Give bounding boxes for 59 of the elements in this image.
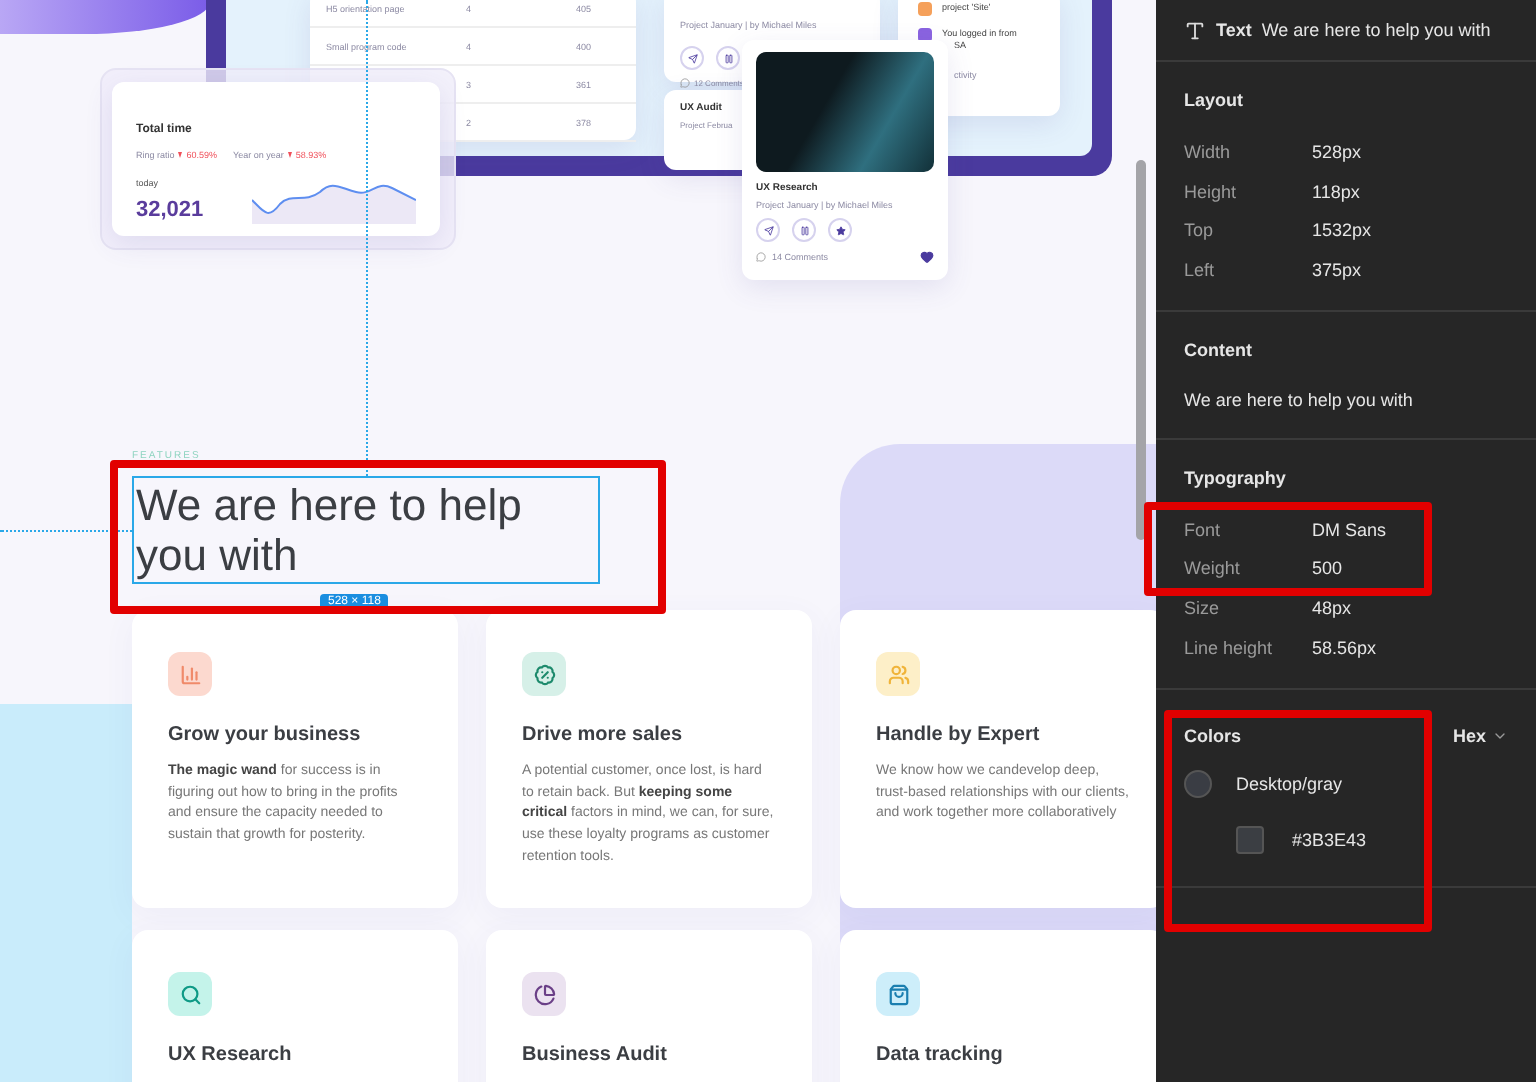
property-label: Line height xyxy=(1184,637,1275,658)
property-label: Weight xyxy=(1184,558,1242,579)
pause-icon xyxy=(799,225,809,235)
layer-type: Text xyxy=(1216,20,1252,40)
send-icon xyxy=(763,225,773,235)
feature-title: Drive more sales xyxy=(522,724,685,746)
bar-chart-icon xyxy=(179,663,201,685)
down-triangle-icon xyxy=(178,152,183,158)
property-value: 48px xyxy=(1312,597,1354,618)
star-icon xyxy=(835,225,845,235)
badge-icon xyxy=(533,663,555,685)
feature-title: Handle by Expert xyxy=(876,724,1042,746)
property-label: Width xyxy=(1184,141,1233,162)
section-title: Colors xyxy=(1184,725,1242,745)
property-value: 375px xyxy=(1312,259,1364,280)
comment-icon xyxy=(756,252,766,262)
pie-chart-icon xyxy=(533,983,555,1005)
feature-title: UX Research xyxy=(168,1044,294,1066)
layer-name: We are here to help you with xyxy=(1261,20,1491,40)
search-icon xyxy=(179,983,201,1005)
property-value: DM Sans xyxy=(1312,519,1389,540)
pause-button[interactable] xyxy=(792,218,816,242)
property-label: Top xyxy=(1184,220,1216,241)
people-icon xyxy=(887,663,909,685)
section-title: Typography xyxy=(1184,467,1286,488)
feature-title: Business Audit xyxy=(522,1044,669,1066)
scrollbar-thumb[interactable] xyxy=(1136,160,1146,540)
property-value: 500 xyxy=(1312,558,1345,579)
send-button[interactable] xyxy=(680,46,704,70)
property-value: 58.56px xyxy=(1312,637,1379,658)
pause-button[interactable] xyxy=(716,46,740,70)
content-text: We are here to help you with xyxy=(1184,387,1415,414)
color-swatch[interactable] xyxy=(1236,825,1264,853)
section-title: Layout xyxy=(1184,90,1244,110)
format-dropdown[interactable]: Hex xyxy=(1452,725,1508,745)
property-label: Height xyxy=(1184,181,1239,202)
comment-icon xyxy=(680,78,690,88)
property-value: 528px xyxy=(1312,141,1364,162)
heart-icon[interactable] xyxy=(920,250,934,264)
property-value: 1532px xyxy=(1312,220,1374,241)
property-label: Size xyxy=(1184,597,1222,618)
text-type-icon xyxy=(1184,19,1206,41)
hex-value: #3B3E43 xyxy=(1292,829,1367,849)
bag-icon xyxy=(887,983,909,1005)
pause-icon xyxy=(723,53,733,63)
color-style-swatch xyxy=(1184,769,1212,797)
section-title: Content xyxy=(1184,339,1252,360)
color-style-name: Desktop/gray xyxy=(1236,773,1343,793)
total-value: 32,021 xyxy=(136,198,204,222)
property-label: Font xyxy=(1184,519,1223,540)
section-heading: We are here to help you with xyxy=(132,476,600,584)
property-value: 118px xyxy=(1312,181,1362,202)
send-button[interactable] xyxy=(756,218,780,242)
feature-title: Data tracking xyxy=(876,1044,1005,1066)
send-icon xyxy=(687,53,697,63)
down-triangle-icon xyxy=(287,152,292,158)
star-button[interactable] xyxy=(828,218,852,242)
feature-title: Grow your business xyxy=(168,724,363,746)
property-label: Left xyxy=(1184,259,1217,280)
